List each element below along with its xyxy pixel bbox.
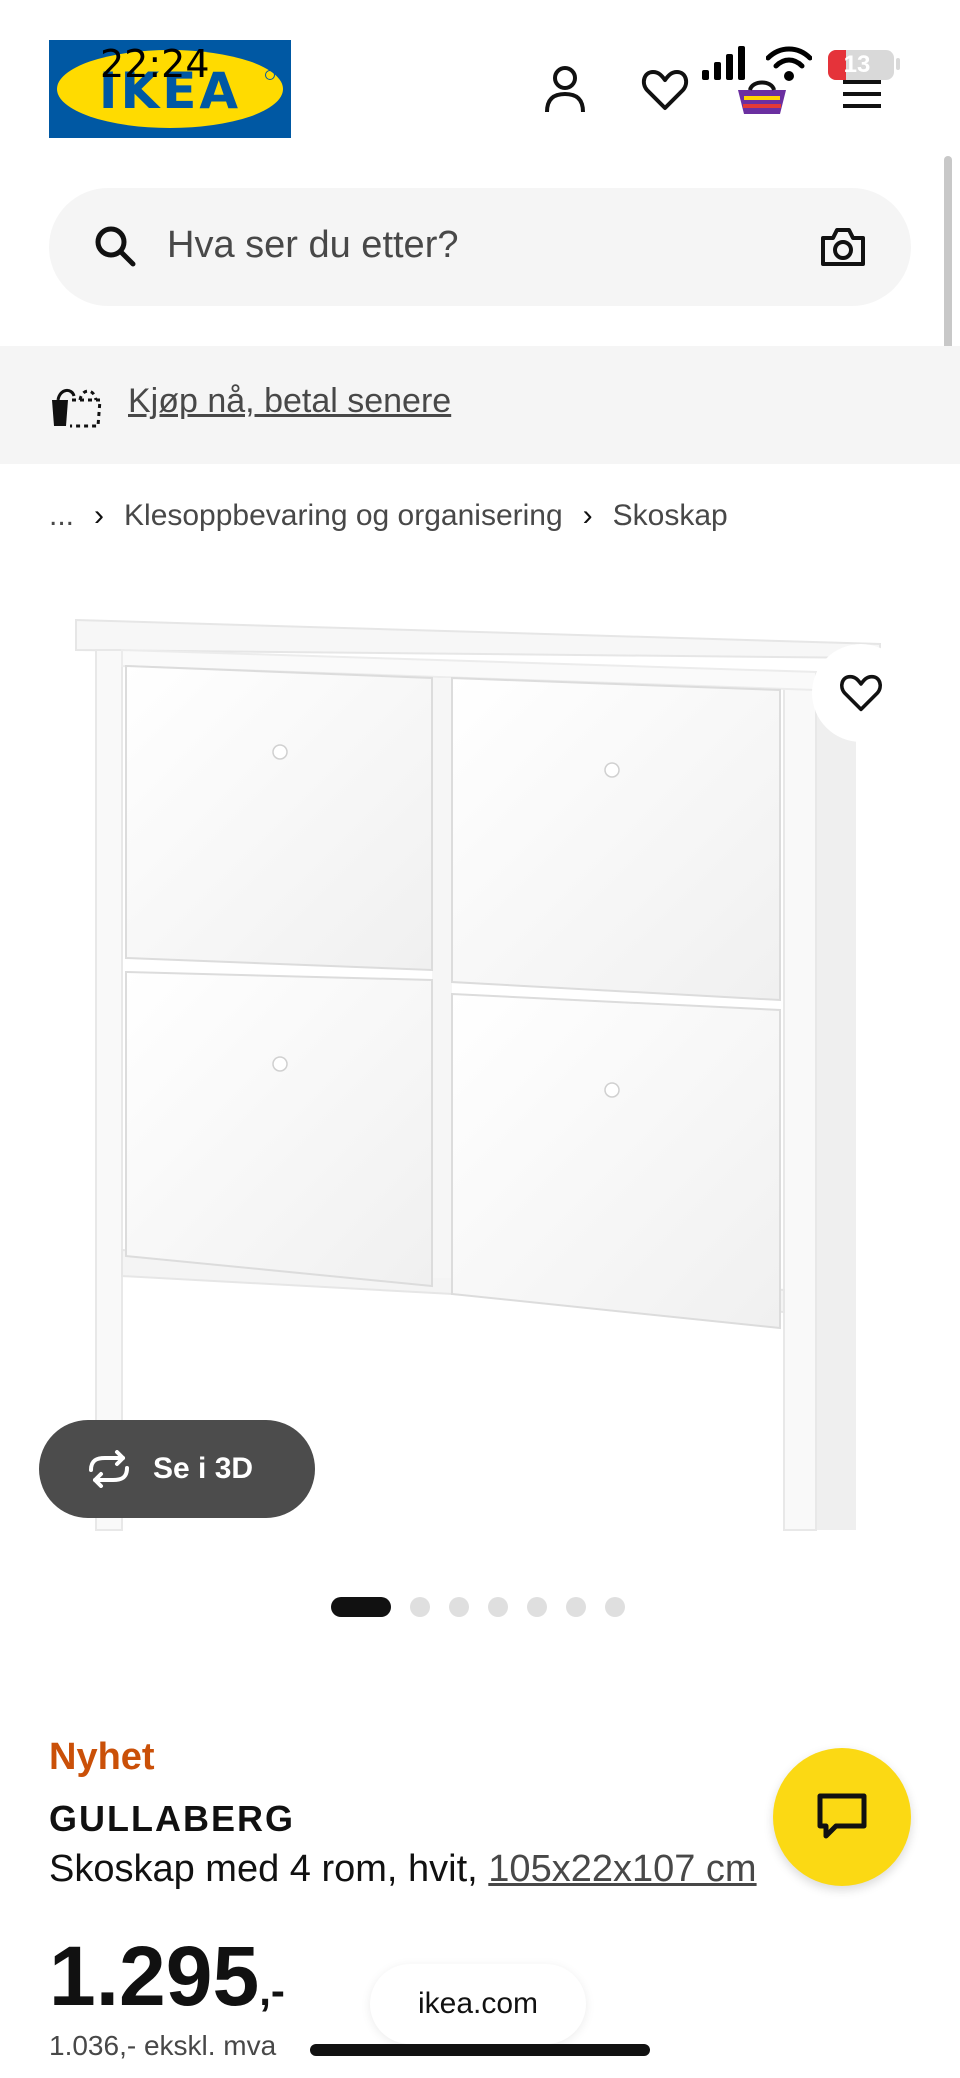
- carousel-dot[interactable]: [410, 1597, 430, 1617]
- breadcrumb-item-skoskap[interactable]: Skoskap: [613, 499, 728, 533]
- carousel-dot[interactable]: [527, 1597, 547, 1617]
- view-in-3d-label: Se i 3D: [153, 1452, 254, 1485]
- rotate-3d-icon: [89, 1450, 129, 1488]
- carousel-indicator: [331, 1596, 644, 1618]
- product-description: Skoskap med 4 rom, hvit, 105x22x107 cm: [49, 1848, 757, 1891]
- camera-icon[interactable]: [819, 226, 867, 268]
- carousel-dot-active[interactable]: [331, 1597, 391, 1617]
- pay-later-icon: [52, 389, 102, 428]
- product-image: [75, 618, 881, 1531]
- home-indicator[interactable]: [310, 2044, 650, 2056]
- logo-registered-mark: [265, 70, 275, 80]
- profile-icon[interactable]: [537, 62, 593, 118]
- search-bar[interactable]: Hva ser du etter?: [49, 188, 911, 306]
- product-image-gallery[interactable]: [0, 590, 960, 1550]
- heart-icon[interactable]: [637, 62, 693, 118]
- page-scrollbar[interactable]: [944, 156, 952, 356]
- carousel-dot[interactable]: [566, 1597, 586, 1617]
- chat-button[interactable]: [773, 1748, 911, 1886]
- heart-icon: [839, 674, 883, 712]
- chat-icon: [817, 1793, 867, 1839]
- breadcrumb-item-klesoppbevaring[interactable]: Klesoppbevaring og organisering: [124, 499, 563, 533]
- price-suffix: ,-: [259, 1967, 285, 2014]
- status-time: 22:24: [100, 42, 210, 86]
- product-name: GULLABERG: [49, 1798, 295, 1839]
- chevron-right-icon: ›: [582, 499, 593, 532]
- product-price: 1.295,-: [49, 1928, 285, 2025]
- browser-url-bar[interactable]: ikea.com: [370, 1964, 586, 2044]
- battery-tip: [896, 58, 900, 70]
- search-placeholder: Hva ser du etter?: [167, 224, 459, 266]
- menu-icon[interactable]: [834, 66, 890, 122]
- breadcrumb-ellipsis[interactable]: ...: [49, 499, 74, 533]
- pay-later-banner: Kjøp nå, betal senere: [0, 346, 960, 464]
- add-to-favourites-button[interactable]: [812, 644, 910, 742]
- product-dimensions-link[interactable]: 105x22x107 cm: [488, 1848, 756, 1890]
- price-value: 1.295: [49, 1929, 260, 2023]
- search-icon: [95, 226, 136, 267]
- carousel-dot[interactable]: [488, 1597, 508, 1617]
- view-in-3d-button[interactable]: Se i 3D: [39, 1420, 315, 1518]
- carousel-dot[interactable]: [605, 1597, 625, 1617]
- new-product-tag: Nyhet: [49, 1736, 155, 1778]
- cart-icon[interactable]: [734, 70, 790, 126]
- carousel-dot[interactable]: [449, 1597, 469, 1617]
- product-description-text: Skoskap med 4 rom, hvit,: [49, 1848, 489, 1890]
- price-excluding-vat: 1.036,- ekskl. mva: [49, 2030, 277, 2061]
- site-header: IKEA 22:24 13: [0, 0, 960, 170]
- pay-later-link[interactable]: Kjøp nå, betal senere: [128, 382, 451, 421]
- chevron-right-icon: ›: [94, 499, 105, 532]
- breadcrumb: ... › Klesoppbevaring og organisering › …: [49, 496, 728, 536]
